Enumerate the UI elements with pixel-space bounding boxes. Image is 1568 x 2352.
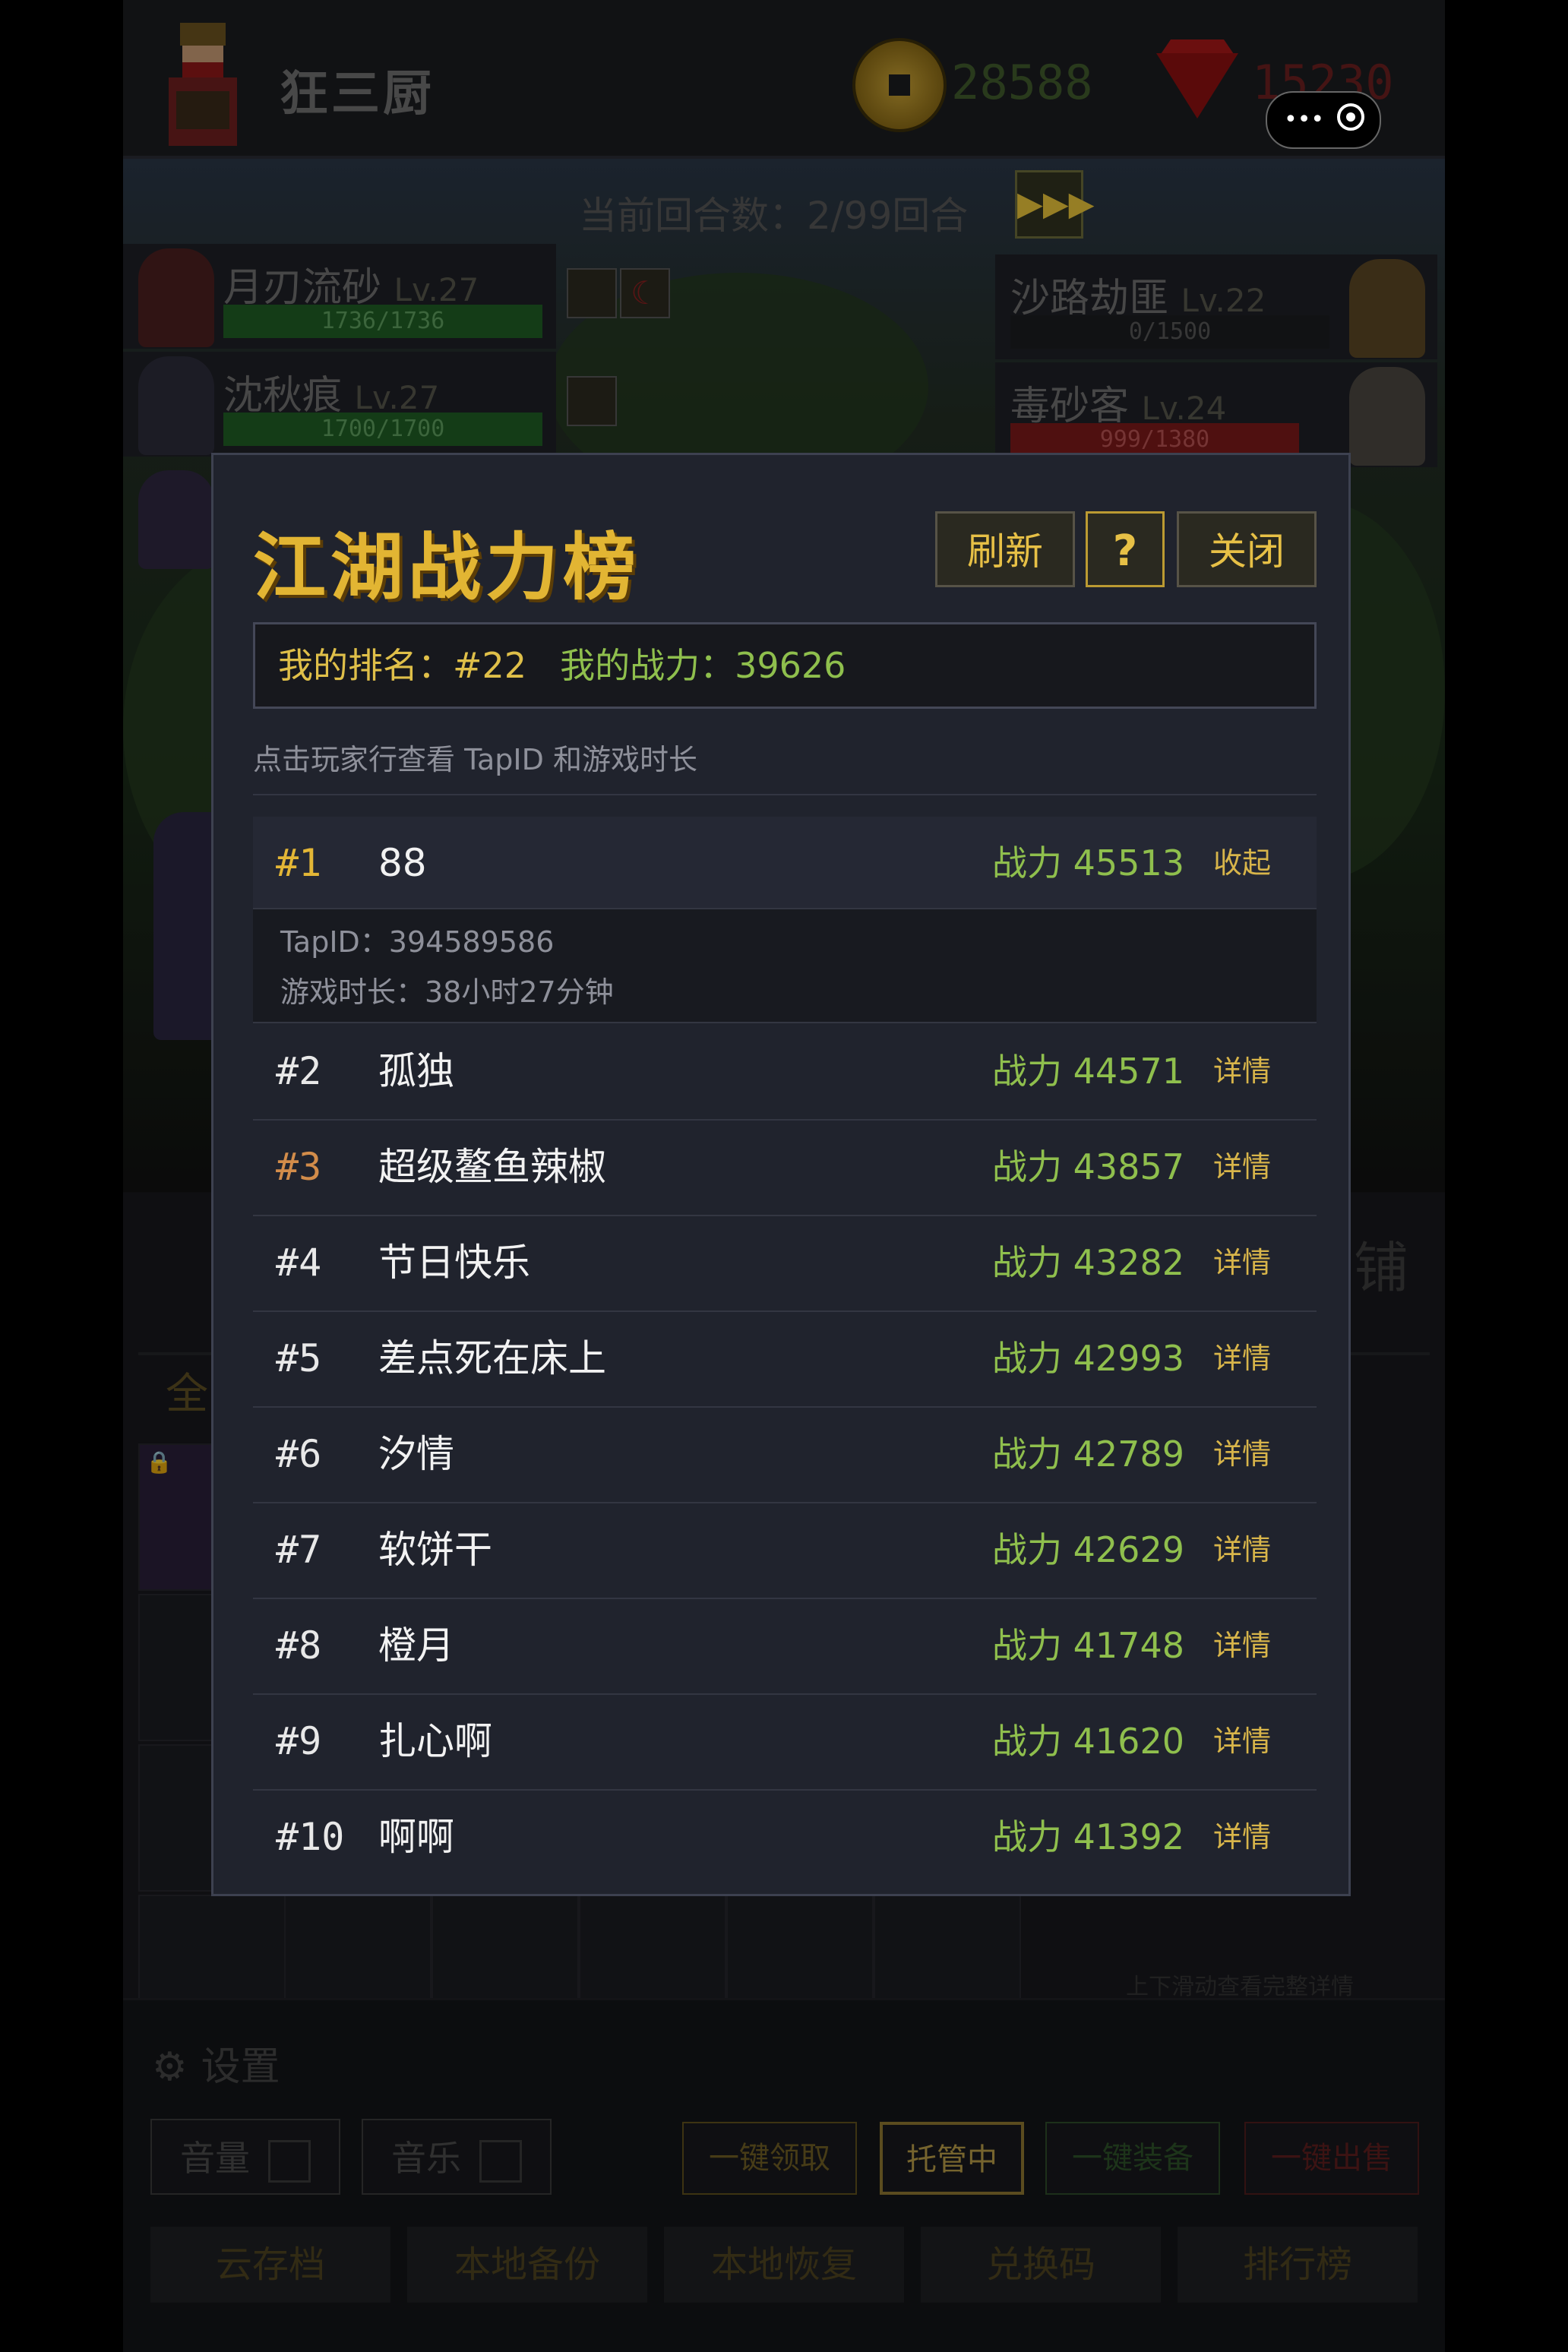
- row-power: 战力 42629: [992, 1529, 1184, 1570]
- row-rank: #10: [276, 1815, 345, 1859]
- leaderboard-modal: 江湖战力榜 刷新 ? 关闭 我的排名：#22 我的战力：39626 点击玩家行查看…: [211, 453, 1351, 1896]
- row-power: 战力 41392: [992, 1816, 1184, 1857]
- leaderboard-row[interactable]: #1 88 战力 45513 收起: [253, 817, 1317, 909]
- leaderboard-row[interactable]: #9 扎心啊 战力 41620 详情: [253, 1695, 1317, 1791]
- row-rank: #5: [276, 1336, 322, 1380]
- row-power: 战力 42993: [992, 1338, 1184, 1379]
- row-name: 孤独: [378, 1049, 454, 1093]
- row-name: 橙月: [378, 1623, 454, 1668]
- modal-title: 江湖战力榜: [253, 525, 640, 610]
- row-rank: #6: [276, 1432, 322, 1476]
- miniprogram-capsule[interactable]: •••: [1266, 91, 1381, 149]
- details-link[interactable]: 详情: [1213, 1503, 1271, 1596]
- row-name: 软饼干: [378, 1528, 492, 1572]
- row-rank: #4: [276, 1241, 322, 1285]
- row-power: 战力 43282: [992, 1242, 1184, 1283]
- row-rank: #7: [276, 1528, 322, 1572]
- row-power: 战力 44571: [992, 1051, 1184, 1092]
- leaderboard-row[interactable]: #7 软饼干 战力 42629 详情: [253, 1503, 1317, 1599]
- leaderboard-row[interactable]: #5 差点死在床上 战力 42993 详情: [253, 1312, 1317, 1408]
- details-link[interactable]: 详情: [1213, 1216, 1271, 1309]
- detail-tapid: TapID：394589586: [280, 925, 555, 959]
- row-rank: #8: [276, 1623, 322, 1668]
- row-rank: #9: [276, 1719, 322, 1763]
- row-name: 扎心啊: [378, 1719, 492, 1763]
- row-name: 汐情: [378, 1432, 454, 1476]
- row-rank: #3: [276, 1145, 322, 1189]
- leaderboard-row[interactable]: #3 超级鳌鱼辣椒 战力 43857 详情: [253, 1121, 1317, 1216]
- row-power: 战力 45513: [992, 842, 1184, 884]
- details-link[interactable]: 详情: [1213, 1791, 1271, 1883]
- leaderboard-row[interactable]: #2 孤独 战力 44571 详情: [253, 1025, 1317, 1121]
- row-name: 超级鳌鱼辣椒: [378, 1145, 606, 1189]
- close-miniprogram-icon[interactable]: [1337, 103, 1364, 131]
- details-link[interactable]: 详情: [1213, 1025, 1271, 1118]
- leaderboard-row[interactable]: #6 汐情 战力 42789 详情: [253, 1408, 1317, 1503]
- row-rank: #2: [276, 1049, 322, 1093]
- close-button[interactable]: 关闭: [1177, 511, 1317, 587]
- row-power: 战力 43857: [992, 1146, 1184, 1187]
- help-button[interactable]: ?: [1086, 511, 1165, 587]
- my-rank-panel: 我的排名：#22 我的战力：39626: [253, 622, 1317, 709]
- row-name: 节日快乐: [378, 1241, 530, 1285]
- details-link[interactable]: 详情: [1213, 1695, 1271, 1788]
- row-rank: #1: [276, 841, 322, 885]
- row-name: 88: [378, 841, 427, 885]
- row-name: 差点死在床上: [378, 1336, 606, 1380]
- leaderboard-row[interactable]: #4 节日快乐 战力 43282 详情: [253, 1216, 1317, 1312]
- details-link[interactable]: 详情: [1213, 1599, 1271, 1692]
- leaderboard-row[interactable]: #10 啊啊 战力 41392 详情: [253, 1791, 1317, 1886]
- details-link[interactable]: 详情: [1213, 1121, 1271, 1213]
- leaderboard-row[interactable]: #8 橙月 战力 41748 详情: [253, 1599, 1317, 1695]
- hint-text: 点击玩家行查看 TapID 和游戏时长: [253, 743, 697, 776]
- detail-playtime: 游戏时长：38小时27分钟: [280, 975, 614, 1009]
- row-name: 啊啊: [378, 1815, 454, 1859]
- game-screen: 狂三厨 28588 15230 当前回合数：2/99回合 ▶▶▶ 月刃流砂 Lv…: [123, 0, 1445, 2352]
- collapse-link[interactable]: 收起: [1213, 817, 1271, 909]
- row-power: 战力 41748: [992, 1625, 1184, 1666]
- details-link[interactable]: 详情: [1213, 1312, 1271, 1405]
- row-details: TapID：394589586 游戏时长：38小时27分钟: [253, 909, 1317, 1023]
- details-link[interactable]: 详情: [1213, 1408, 1271, 1500]
- more-icon[interactable]: •••: [1284, 106, 1324, 133]
- row-power: 战力 41620: [992, 1721, 1184, 1762]
- my-power: 我的战力：39626: [560, 645, 846, 686]
- row-power: 战力 42789: [992, 1434, 1184, 1475]
- refresh-button[interactable]: 刷新: [935, 511, 1075, 587]
- my-rank: 我的排名：#22: [278, 645, 527, 686]
- divider: [253, 794, 1317, 795]
